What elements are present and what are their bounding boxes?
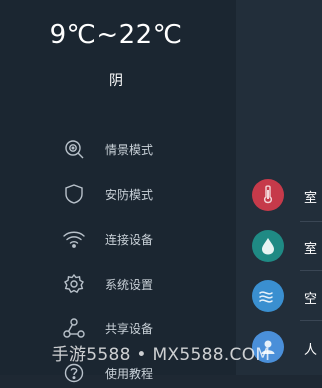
menu-item-scene[interactable]: 情景模式 bbox=[0, 134, 236, 164]
menu-label-system-settings: 系统设置 bbox=[105, 277, 154, 292]
scene-icon bbox=[62, 137, 86, 161]
device-label-temperature: 室 bbox=[304, 191, 318, 206]
sidebar: 9℃~22℃ 阴 情景模式 安防模式 连接设备 系统设置 共享设备 使用教程 bbox=[0, 0, 236, 383]
device-item-temperature[interactable]: 室 bbox=[252, 175, 322, 215]
device-label-air: 空 bbox=[304, 292, 318, 307]
weather-condition: 阴 bbox=[109, 73, 123, 89]
divider bbox=[300, 270, 322, 271]
menu-label-share-device: 共享设备 bbox=[105, 321, 154, 336]
shield-icon bbox=[62, 182, 86, 206]
device-item-air[interactable]: 空 bbox=[252, 276, 322, 316]
divider bbox=[300, 221, 322, 222]
menu-label-connect-device: 连接设备 bbox=[105, 232, 154, 247]
menu-item-system-settings[interactable]: 系统设置 bbox=[0, 269, 236, 299]
divider bbox=[300, 320, 322, 321]
menu-item-security[interactable]: 安防模式 bbox=[0, 179, 236, 209]
wifi-icon bbox=[62, 227, 86, 251]
temperature-range: 9℃~22℃ bbox=[49, 20, 183, 50]
menu-item-connect-device[interactable]: 连接设备 bbox=[0, 224, 236, 254]
humidity-icon bbox=[252, 230, 284, 262]
gear-icon bbox=[62, 272, 86, 296]
menu-label-tutorial: 使用教程 bbox=[105, 366, 154, 381]
watermark-text: 手游5588 • MX5588.COM bbox=[51, 345, 271, 365]
thermometer-icon bbox=[252, 179, 284, 211]
menu-label-security: 安防模式 bbox=[105, 187, 154, 202]
menu-item-share-device[interactable]: 共享设备 bbox=[0, 313, 236, 343]
menu-label-scene: 情景模式 bbox=[105, 142, 154, 157]
device-item-humidity[interactable]: 室 bbox=[252, 226, 322, 266]
device-label-humidity: 室 bbox=[304, 242, 318, 257]
share-icon bbox=[62, 316, 86, 340]
air-icon bbox=[252, 280, 284, 312]
